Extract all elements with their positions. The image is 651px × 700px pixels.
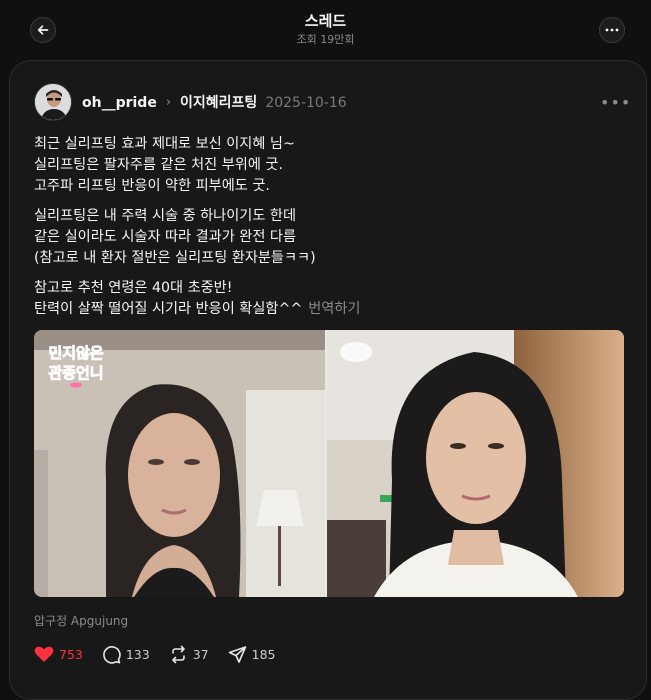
paragraph: 참고로 추천 연령은 40대 초중반! 탄력이 살짝 떨어질 시기라 반응이 확…: [34, 278, 624, 320]
text-segment: 탄력이 살짝 떨어질 시기라 반응이 확실함^^: [34, 301, 303, 317]
text-line: (참고로 내 환자 절반은 실리프팅 환자분들ㅋㅋ): [34, 250, 316, 266]
view-count: 조회 19만회: [296, 33, 355, 46]
logo-text-bottom: 관종언니: [48, 364, 103, 382]
like-count: 753: [59, 646, 83, 662]
post-image[interactable]: 민지않은 관종언니: [34, 330, 624, 597]
post-more-icon[interactable]: •••: [600, 95, 630, 111]
paragraph: 실리프팅은 내 주력 시술 중 하나이기도 한데 같은 실이라도 시술자 따라 …: [34, 206, 624, 269]
title-block: 스레드 조회 19만회: [0, 11, 651, 48]
repost-button[interactable]: 37: [169, 645, 209, 664]
paragraph: 최근 실리프팅 효과 제대로 보신 이지혜 님~ 실리프팅은 팔자주름 같은 처…: [34, 134, 624, 197]
text-line: 같은 실이라도 시술자 따라 결과가 완전 다름: [34, 229, 297, 245]
location-label[interactable]: 압구정 Apgujung: [34, 612, 128, 629]
post-header: oh__pride › 이지혜리프팅 2025-10-16: [82, 93, 347, 113]
text-line: 참고로 추천 연령은 40대 초중반!: [34, 280, 233, 296]
repost-icon: [171, 645, 185, 663]
post-body: 최근 실리프팅 효과 제대로 보신 이지혜 님~ 실리프팅은 팔자주름 같은 처…: [34, 134, 624, 329]
text-line: 탄력이 살짝 떨어질 시기라 반응이 확실함^^ 번역하기: [34, 299, 624, 320]
logo-text-top: 민지않은: [48, 344, 103, 362]
text-line: 실리프팅은 팔자주름 같은 처진 부위에 굿.: [34, 157, 283, 173]
top-bar: 스레드 조회 19만회: [0, 0, 651, 60]
post-card: oh__pride › 이지혜리프팅 2025-10-16 ••• 최근 실리프…: [9, 60, 647, 700]
page-title: 스레드: [304, 12, 347, 30]
reply-count: 133: [125, 646, 150, 662]
more-options-button[interactable]: [599, 17, 625, 43]
share-count: 185: [251, 646, 276, 662]
text-line: 실리프팅은 내 주력 시술 중 하나이기도 한데: [34, 208, 297, 224]
post-date: 2025-10-16: [265, 95, 347, 111]
video-thumbnail: 민지않은 관종언니: [34, 330, 624, 597]
text-line: 고주파 리프팅 반응이 약한 피부에도 굿.: [34, 178, 270, 194]
avatar-image: [35, 84, 71, 120]
like-button[interactable]: 753: [34, 645, 83, 663]
translate-link[interactable]: 번역하기: [308, 301, 360, 317]
more-horizontal-icon: [605, 28, 619, 32]
send-icon: [228, 645, 246, 663]
text-line: 최근 실리프팅 효과 제대로 보신 이지혜 님~: [34, 136, 295, 152]
username-link[interactable]: oh__pride: [82, 93, 157, 113]
avatar[interactable]: [34, 83, 72, 121]
heart-icon: [34, 646, 54, 662]
comment-icon: [103, 645, 121, 664]
share-button[interactable]: 185: [228, 645, 276, 664]
repost-count: 37: [192, 646, 209, 662]
action-bar: 753 133 37 185: [34, 644, 294, 664]
topic-tag[interactable]: 이지혜리프팅: [180, 93, 257, 113]
chevron-right-icon: ›: [165, 95, 172, 110]
reply-button[interactable]: 133: [102, 645, 150, 664]
